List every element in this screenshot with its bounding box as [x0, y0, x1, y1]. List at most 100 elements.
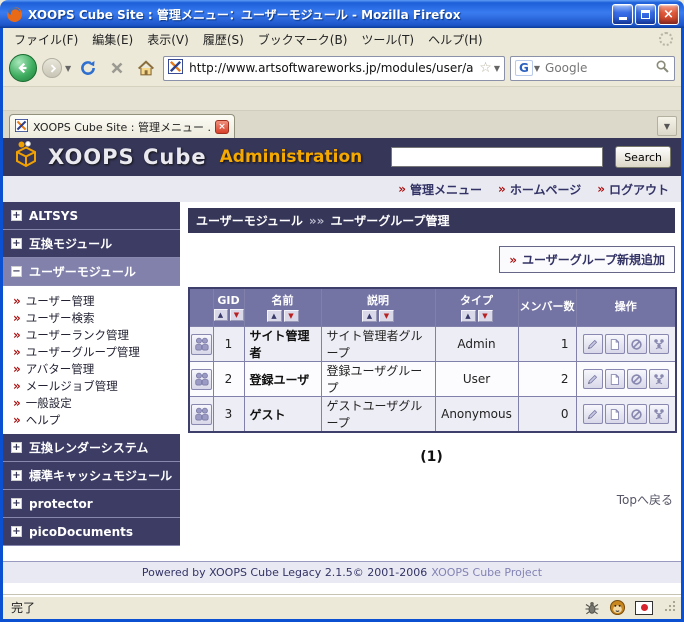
- type-cell: User: [435, 362, 518, 397]
- site-footer: Powered by XOOPS Cube Legacy 2.1.5© 2001…: [3, 561, 681, 583]
- group-icon-button[interactable]: [191, 334, 212, 355]
- japan-flag-icon[interactable]: [635, 601, 653, 615]
- expand-icon: +: [11, 498, 22, 509]
- group-icon-button[interactable]: [191, 369, 212, 390]
- sidebar-section-protector[interactable]: +protector: [3, 490, 180, 518]
- breadcrumb-module[interactable]: ユーザーモジュール: [196, 212, 303, 229]
- link-admin-menu[interactable]: »管理メニュー: [398, 181, 482, 198]
- members-cell: 2: [518, 362, 576, 397]
- site-search-input[interactable]: [391, 147, 603, 167]
- sort-desc-name[interactable]: ▼: [284, 310, 299, 322]
- col-header-type: タイプ▲▼: [435, 288, 518, 327]
- sidebar-section-altsys[interactable]: +ALTSYS: [3, 202, 180, 230]
- menu-tools[interactable]: ツール(T): [354, 29, 421, 50]
- tab-list-dropdown-icon[interactable]: ▼: [657, 116, 677, 136]
- sidebar-item-user-module-1[interactable]: »ユーザー検索: [3, 309, 180, 326]
- sort-asc-gid[interactable]: ▲: [214, 309, 228, 321]
- url-dropdown-icon[interactable]: ▼: [494, 64, 500, 73]
- maximize-icon: [641, 10, 650, 19]
- group-icon-button[interactable]: [191, 404, 212, 425]
- sidebar-section-render-system[interactable]: +互換レンダーシステム: [3, 434, 180, 462]
- deny-button[interactable]: [627, 369, 647, 389]
- sidebar-section-legacy-module[interactable]: +互換モジュール: [3, 230, 180, 258]
- edit-button[interactable]: [583, 334, 603, 354]
- deny-button[interactable]: [627, 404, 647, 424]
- foxyproxy-monkey-icon[interactable]: [609, 599, 626, 616]
- description-cell: 登録ユーザグループ: [321, 362, 435, 397]
- sidebar-section-label: ユーザーモジュール: [29, 263, 136, 280]
- browser-window: XOOPS Cube Site : 管理メニュー：ユーザーモジュール - Moz…: [0, 0, 684, 622]
- edit-button[interactable]: [583, 404, 603, 424]
- site-search-button[interactable]: Search: [615, 146, 671, 168]
- back-button[interactable]: [9, 54, 37, 82]
- arrow-icon: »: [13, 312, 21, 324]
- browser-chrome: ファイル(F)編集(E)表示(V)履歴(S)ブックマーク(B)ツール(T)ヘルプ…: [0, 28, 684, 622]
- web-search-input[interactable]: [543, 60, 652, 76]
- name-cell: 登録ユーザ: [244, 362, 321, 397]
- minimize-button[interactable]: [612, 4, 633, 25]
- menu-bookmarks[interactable]: ブックマーク(B): [251, 29, 355, 50]
- members-button[interactable]: [649, 334, 669, 354]
- sidebar-item-user-module-0[interactable]: »ユーザー管理: [3, 292, 180, 309]
- home-button[interactable]: [134, 59, 158, 77]
- bug-extension-icon[interactable]: [584, 600, 600, 616]
- copy-button[interactable]: [605, 334, 625, 354]
- tab-close-icon[interactable]: ×: [215, 120, 229, 134]
- arrow-icon: »: [509, 254, 517, 266]
- sidebar-section-cache-module[interactable]: +標準キャッシュモジュール: [3, 462, 180, 490]
- members-button[interactable]: [649, 369, 669, 389]
- menu-file[interactable]: ファイル(F): [7, 29, 85, 50]
- edit-button[interactable]: [583, 369, 603, 389]
- bookmark-star-icon[interactable]: ☆: [479, 61, 492, 75]
- forward-button[interactable]: [42, 58, 62, 78]
- tab-xoops-admin[interactable]: XOOPS Cube Site : 管理メニュー ... ×: [9, 114, 235, 138]
- sort-desc-gid[interactable]: ▼: [230, 309, 244, 321]
- sidebar-item-user-module-4[interactable]: »アバター管理: [3, 360, 180, 377]
- close-button[interactable]: ×: [658, 4, 679, 25]
- sidebar-item-user-module-5[interactable]: »メールジョブ管理: [3, 377, 180, 394]
- reload-button[interactable]: [76, 59, 100, 77]
- engine-dropdown-icon[interactable]: ▼: [534, 64, 540, 73]
- sort-asc-description[interactable]: ▲: [362, 310, 377, 322]
- magnifier-icon[interactable]: [655, 59, 670, 78]
- add-group-button[interactable]: » ユーザーグループ新規追加: [499, 246, 675, 273]
- stop-button[interactable]: [105, 60, 129, 76]
- sort-asc-name[interactable]: ▲: [267, 310, 282, 322]
- copy-button[interactable]: [605, 404, 625, 424]
- members-button[interactable]: [649, 404, 669, 424]
- menu-view[interactable]: 表示(V): [140, 29, 196, 50]
- copy-button[interactable]: [605, 369, 625, 389]
- sidebar-item-user-module-6[interactable]: »一般設定: [3, 394, 180, 411]
- sidebar-item-user-module-3[interactable]: »ユーザーグループ管理: [3, 343, 180, 360]
- sidebar-item-user-module-2[interactable]: »ユーザーランク管理: [3, 326, 180, 343]
- link-logout[interactable]: »ログアウト: [597, 181, 669, 198]
- maximize-button[interactable]: [635, 4, 656, 25]
- sort-desc-description[interactable]: ▼: [379, 310, 394, 322]
- sidebar-item-label: アバター管理: [26, 361, 95, 377]
- back-to-top-link[interactable]: Topへ戻る: [617, 493, 673, 507]
- web-page: XOOPS Cube Administration Search »管理メニュー…: [3, 138, 681, 595]
- resize-grip[interactable]: [664, 598, 677, 617]
- group-icon-cell: [189, 327, 213, 362]
- back-forward-dropdown-icon[interactable]: ▼: [65, 64, 71, 73]
- menu-help[interactable]: ヘルプ(H): [421, 29, 489, 50]
- sort-desc-type[interactable]: ▼: [478, 310, 493, 322]
- deny-button[interactable]: [627, 334, 647, 354]
- sort-controls: ▲▼: [322, 310, 435, 322]
- sort-asc-type[interactable]: ▲: [461, 310, 476, 322]
- sidebar-item-label: メールジョブ管理: [26, 378, 118, 394]
- titlebar[interactable]: XOOPS Cube Site : 管理メニュー：ユーザーモジュール - Moz…: [0, 0, 684, 28]
- menu-history[interactable]: 履歴(S): [196, 29, 251, 50]
- google-engine-icon[interactable]: G: [515, 60, 533, 76]
- sidebar-section-user-module[interactable]: −ユーザーモジュール: [3, 258, 180, 286]
- url-input[interactable]: [187, 60, 475, 76]
- members-cell: 1: [518, 327, 576, 362]
- col-label: 操作: [577, 298, 676, 314]
- menu-edit[interactable]: 編集(E): [85, 29, 140, 50]
- description-cell: ゲストユーザグループ: [321, 397, 435, 433]
- user-groups-table: GID▲▼名前▲▼説明▲▼タイプ▲▼メンバー数操作 1サイト管理者サイト管理者グ…: [188, 287, 677, 433]
- sidebar-section-picodocuments[interactable]: +picoDocuments: [3, 518, 180, 546]
- link-homepage[interactable]: »ホームページ: [498, 181, 581, 198]
- footer-project-link[interactable]: XOOPS Cube Project: [431, 566, 542, 579]
- sidebar-item-user-module-7[interactable]: »ヘルプ: [3, 411, 180, 428]
